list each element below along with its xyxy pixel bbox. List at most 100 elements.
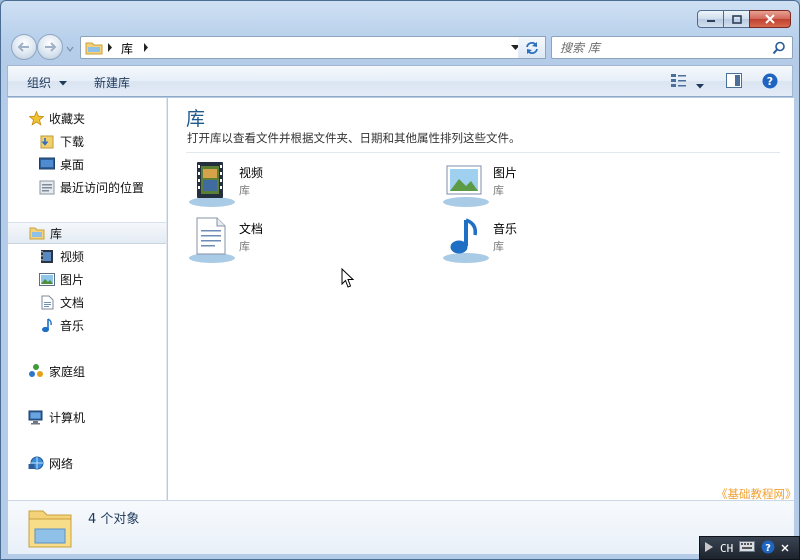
tree-item-music[interactable]: 音乐 — [39, 314, 159, 336]
search-input[interactable] — [552, 37, 762, 58]
documents-library-icon — [189, 217, 235, 263]
forward-button[interactable] — [37, 34, 63, 60]
svg-text:?: ? — [765, 543, 771, 554]
library-kind: 库 — [493, 240, 504, 253]
back-arrow-icon — [17, 42, 29, 52]
tree-item-desktop[interactable]: 桌面 — [39, 153, 159, 175]
language-indicator[interactable]: CH — [720, 542, 733, 555]
search-icon[interactable] — [772, 41, 786, 55]
recent-pages-dropdown[interactable] — [65, 42, 77, 52]
tree-computer[interactable]: 计算机 — [28, 406, 158, 428]
address-bar[interactable]: 库 — [80, 36, 526, 59]
library-kind: 库 — [239, 240, 250, 253]
svg-text:?: ? — [767, 75, 773, 88]
tree-libraries[interactable]: 库 — [8, 222, 166, 244]
preview-pane-button[interactable] — [726, 73, 742, 91]
keyboard-icon[interactable] — [739, 541, 756, 555]
tree-favorites[interactable]: 收藏夹 — [28, 107, 158, 129]
tree-network[interactable]: 网络 — [28, 452, 158, 474]
tree-homegroup[interactable]: 家庭组 — [28, 360, 158, 382]
tray-options-icon[interactable] — [781, 541, 789, 555]
page-title: 库 — [186, 108, 206, 130]
library-name: 图片 — [493, 166, 518, 180]
maximize-icon — [731, 14, 742, 24]
preview-pane-icon — [726, 73, 742, 88]
tree-favorites-label: 收藏夹 — [49, 111, 86, 126]
recent-places-icon — [39, 179, 55, 195]
tree-item-label: 下载 — [60, 134, 85, 149]
music-note-icon — [39, 317, 55, 333]
tree-item-documents[interactable]: 文档 — [39, 291, 159, 313]
star-icon — [28, 110, 44, 126]
change-view-button[interactable] — [670, 73, 688, 92]
refresh-icon — [525, 41, 538, 54]
computer-icon — [28, 409, 44, 425]
language-tray: CH ? — [699, 536, 800, 560]
input-method-icon[interactable] — [704, 541, 714, 556]
video-library-icon — [189, 162, 235, 207]
back-button[interactable] — [11, 34, 37, 60]
close-button[interactable] — [749, 10, 791, 28]
tree-item-recent-places[interactable]: 最近访问的位置 — [39, 176, 166, 198]
forward-arrow-icon — [45, 42, 57, 52]
caption-buttons — [697, 10, 791, 28]
refresh-button[interactable] — [518, 36, 546, 59]
library-item-pictures[interactable]: 图片 库 — [441, 160, 671, 210]
tree-item-pictures[interactable]: 图片 — [39, 268, 159, 290]
chevron-down-icon — [696, 84, 704, 89]
pictures-icon — [39, 271, 55, 287]
tree-item-label: 文档 — [60, 295, 85, 310]
breadcrumb-arrow-icon[interactable] — [143, 43, 149, 52]
breadcrumb-arrow-icon — [108, 43, 112, 52]
view-dropdown[interactable] — [696, 78, 704, 92]
content-edge — [792, 98, 794, 500]
tree-item-downloads[interactable]: 下载 — [39, 130, 159, 152]
help-icon[interactable]: ? — [761, 540, 775, 557]
mouse-cursor-icon — [341, 268, 355, 288]
help-button[interactable]: ? — [762, 73, 778, 92]
network-icon — [28, 455, 44, 471]
content-pane: 库 打开库以查看文件并根据文件夹、日期和其他属性排列这些文件。 视频 库 图片 … — [168, 98, 792, 500]
pictures-library-icon — [443, 165, 489, 207]
library-folder-icon — [85, 42, 103, 55]
library-name: 文档 — [239, 222, 264, 236]
library-item-documents[interactable]: 文档 库 — [187, 216, 417, 266]
maximize-button[interactable] — [723, 10, 750, 28]
video-icon — [39, 248, 55, 264]
document-icon — [39, 294, 55, 310]
chevron-down-icon — [58, 81, 67, 86]
navigation-pane: 收藏夹 下载 桌面 最近访问的位置 库 视频 图片 文档 音乐 家庭组 计算机 … — [8, 98, 167, 500]
tree-item-label: 图片 — [60, 272, 85, 287]
tree-item-label: 音乐 — [60, 318, 85, 333]
tree-homegroup-label: 家庭组 — [49, 364, 86, 379]
watermark-text: 《基础教程网》 — [716, 487, 797, 501]
downloads-folder-icon — [39, 133, 55, 149]
new-library-button[interactable]: 新建库 — [94, 74, 130, 91]
tree-item-label: 桌面 — [60, 157, 85, 172]
breadcrumb-library[interactable]: 库 — [121, 40, 133, 57]
organize-menu[interactable]: 组织 — [27, 74, 67, 91]
details-pane: 4 个对象 — [8, 500, 794, 554]
header-divider — [186, 152, 780, 153]
homegroup-icon — [28, 363, 44, 379]
navigation-bar: 库 — [9, 33, 793, 61]
tree-item-label: 最近访问的位置 — [60, 180, 145, 195]
minimize-icon — [706, 20, 715, 22]
minimize-button[interactable] — [697, 10, 724, 28]
search-box[interactable] — [551, 36, 793, 59]
library-kind: 库 — [493, 184, 504, 197]
library-item-music[interactable]: 音乐 库 — [441, 216, 671, 266]
library-kind: 库 — [239, 184, 250, 197]
tree-item-videos[interactable]: 视频 — [39, 245, 159, 267]
page-subtitle: 打开库以查看文件并根据文件夹、日期和其他属性排列这些文件。 — [187, 131, 521, 145]
tree-network-label: 网络 — [49, 456, 74, 471]
chevron-down-icon — [66, 46, 74, 52]
item-count: 4 个对象 — [88, 512, 140, 527]
library-item-videos[interactable]: 视频 库 — [187, 160, 417, 210]
libraries-folder-icon — [28, 510, 72, 548]
desktop-icon — [39, 156, 55, 172]
tree-libraries-label: 库 — [50, 226, 63, 241]
organize-label: 组织 — [27, 76, 52, 90]
view-options-icon — [671, 74, 686, 87]
tree-item-label: 视频 — [60, 249, 85, 264]
